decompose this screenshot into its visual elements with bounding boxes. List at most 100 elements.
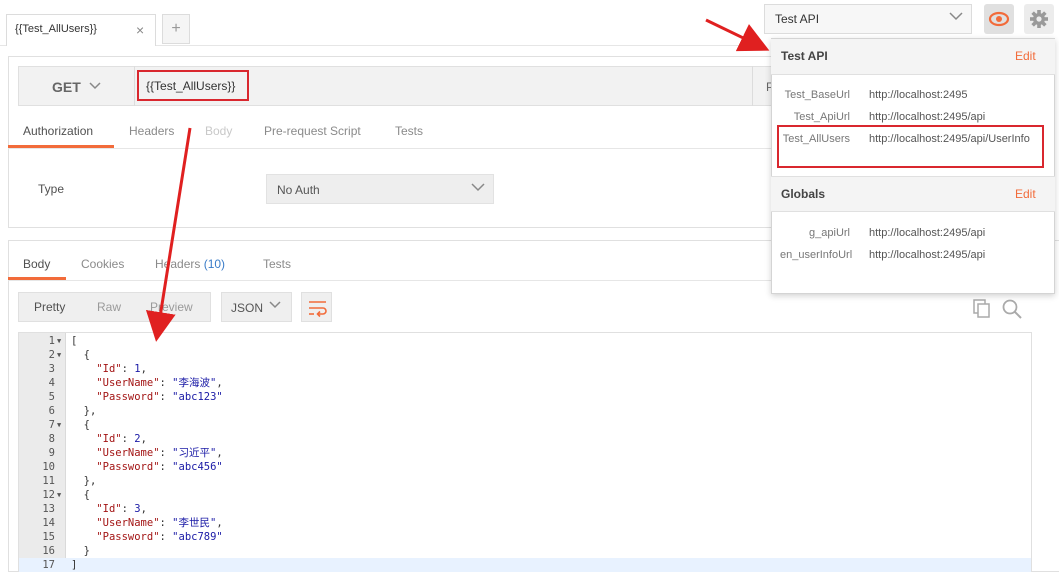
- response-tab-body[interactable]: Body: [23, 257, 50, 271]
- request-tab-label: {{Test_AllUsers}}: [15, 23, 97, 35]
- line-number: 4: [48, 377, 55, 389]
- global-var-value: http://localhost:2495/api: [869, 249, 986, 261]
- search-icon[interactable]: [1001, 298, 1023, 320]
- line-number: 3: [48, 363, 55, 375]
- line-number: 16: [42, 545, 55, 557]
- global-var-value: http://localhost:2495/api: [869, 227, 986, 239]
- code-line: 9 "UserName": "习近平",: [19, 446, 1031, 460]
- url-input[interactable]: {{Test_AllUsers}}: [137, 70, 249, 101]
- code-line: 4 "UserName": "李海波",: [19, 376, 1031, 390]
- code-text: "Password": "abc123": [96, 391, 223, 403]
- environment-quick-look-button[interactable]: [984, 4, 1014, 34]
- code-line: 7 ▼ {: [19, 418, 1031, 432]
- auth-type-select[interactable]: No Auth: [266, 174, 494, 204]
- code-line: 6 },: [19, 404, 1031, 418]
- close-tab-icon[interactable]: ×: [136, 22, 144, 38]
- tab-authorization[interactable]: Authorization: [23, 124, 93, 138]
- url-input-value: {{Test_AllUsers}}: [146, 79, 236, 93]
- code-text: {: [71, 349, 90, 361]
- edit-environment-link[interactable]: Edit: [1015, 49, 1036, 63]
- tab-body[interactable]: Body: [205, 124, 232, 138]
- code-text: "Id": 1,: [96, 363, 147, 375]
- headers-count-badge: (10): [203, 257, 226, 271]
- copy-icon[interactable]: [972, 298, 992, 318]
- response-tab-headers-label: Headers: [155, 257, 201, 271]
- tab-pre-request-script[interactable]: Pre-request Script: [264, 124, 361, 138]
- line-number: 17: [42, 559, 55, 571]
- code-line: 17]: [19, 558, 1031, 572]
- chevron-down-icon: [949, 12, 963, 21]
- code-line: 10 "Password": "abc456": [19, 460, 1031, 474]
- method-selector[interactable]: GET: [52, 79, 81, 95]
- preview-button[interactable]: Preview: [150, 300, 193, 314]
- response-tab-headers[interactable]: Headers (10): [155, 257, 225, 271]
- line-number: 14: [42, 517, 55, 529]
- code-text: }: [71, 545, 90, 557]
- line-number: 9: [48, 447, 55, 459]
- request-tab[interactable]: {{Test_AllUsers}}: [6, 14, 156, 46]
- auth-type-value: No Auth: [277, 183, 320, 197]
- response-tab-cookies[interactable]: Cookies: [81, 257, 124, 271]
- code-line: 2 ▼ {: [19, 348, 1031, 362]
- new-tab-button[interactable]: +: [162, 14, 190, 44]
- auth-type-label: Type: [38, 182, 65, 196]
- global-var-key: en_userInfoUrl: [780, 249, 853, 261]
- code-text: ]: [71, 559, 78, 571]
- params-divider: [752, 66, 753, 106]
- response-tab-divider: [8, 280, 778, 281]
- line-number: 5: [48, 391, 55, 403]
- code-line: 16 }: [19, 544, 1031, 558]
- manage-environments-button[interactable]: [1024, 4, 1054, 34]
- env-var-value: http://localhost:2495: [869, 89, 968, 101]
- chevron-down-icon: [269, 301, 281, 309]
- global-var-key: g_apiUrl: [809, 227, 850, 239]
- code-text: {: [71, 419, 90, 431]
- code-line: 5 "Password": "abc123": [19, 390, 1031, 404]
- line-number: 2: [48, 349, 55, 361]
- line-number: 13: [42, 503, 55, 515]
- environment-selector-label: Test API: [775, 12, 820, 26]
- env-var-key: Test_BaseUrl: [784, 89, 850, 101]
- env-var-value: http://localhost:2495/api: [869, 111, 986, 123]
- line-number: 15: [42, 531, 55, 543]
- code-text: "UserName": "习近平",: [96, 447, 223, 459]
- wrap-lines-icon: [309, 301, 327, 318]
- globals-title: Globals: [781, 187, 826, 201]
- environment-selector[interactable]: Test API: [764, 4, 972, 34]
- fold-toggle-icon[interactable]: ▼: [57, 334, 61, 348]
- chevron-down-icon: [89, 82, 101, 90]
- code-text: "UserName": "李海波",: [96, 377, 223, 389]
- edit-globals-link[interactable]: Edit: [1015, 187, 1036, 201]
- annotation-highlight-box: [777, 125, 1044, 168]
- chevron-down-icon: [471, 183, 485, 192]
- env-var-key: Test_ApiUrl: [793, 111, 850, 123]
- raw-button[interactable]: Raw: [97, 300, 121, 314]
- code-line: 1 ▼ [: [19, 334, 1031, 348]
- eye-icon: [988, 11, 1010, 27]
- fold-toggle-icon[interactable]: ▼: [57, 418, 61, 432]
- code-text: "Id": 3,: [96, 503, 147, 515]
- line-number: 12: [42, 489, 55, 501]
- tab-divider: [8, 148, 778, 149]
- code-text: },: [71, 405, 97, 417]
- wrap-lines-button[interactable]: [301, 292, 332, 322]
- code-line: 15 "Password": "abc789": [19, 530, 1031, 544]
- code-text: "UserName": "李世民",: [96, 517, 223, 529]
- tab-tests[interactable]: Tests: [395, 124, 423, 138]
- pretty-button[interactable]: Pretty: [34, 300, 65, 314]
- active-tab-indicator: [8, 145, 114, 148]
- code-line: 14 "UserName": "李世民",: [19, 516, 1031, 530]
- code-text: [: [71, 335, 78, 347]
- url-bar: [18, 66, 778, 106]
- tab-headers[interactable]: Headers: [129, 124, 174, 138]
- response-tab-tests[interactable]: Tests: [263, 257, 291, 271]
- code-line: 3 "Id": 1,: [19, 362, 1031, 376]
- code-text: "Password": "abc456": [96, 461, 223, 473]
- fold-toggle-icon[interactable]: ▼: [57, 488, 61, 502]
- line-number: 11: [42, 475, 55, 487]
- line-number: 10: [42, 461, 55, 473]
- line-number: 1: [48, 335, 55, 347]
- response-active-tab-indicator: [8, 277, 66, 280]
- fold-toggle-icon[interactable]: ▼: [57, 348, 61, 362]
- environment-title: Test API: [781, 49, 828, 63]
